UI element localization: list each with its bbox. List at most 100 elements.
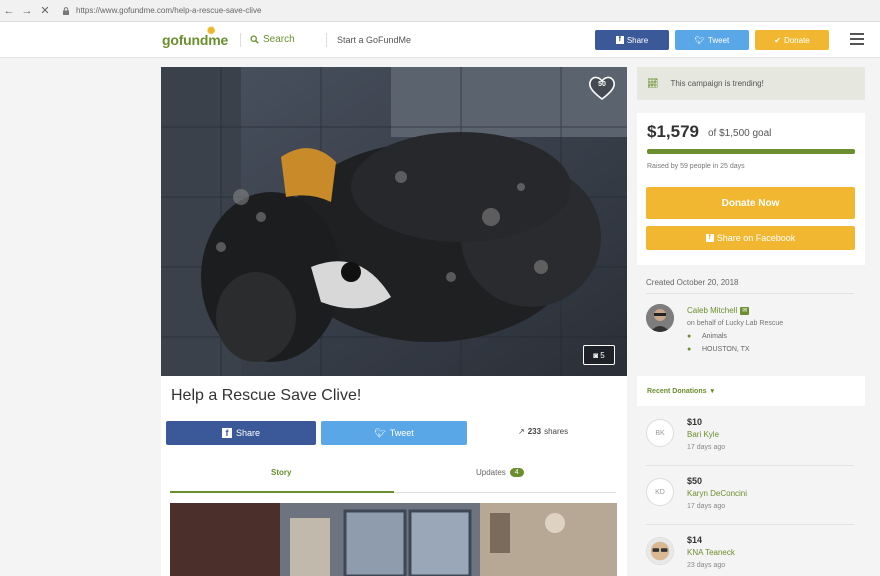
recent-donations-label: Recent Donations xyxy=(647,387,707,395)
verified-icon: ✉ xyxy=(740,306,750,315)
camera-icon: ◙ xyxy=(593,350,599,360)
forward-icon[interactable]: → xyxy=(18,5,36,17)
trending-text: This campaign is trending! xyxy=(670,79,764,88)
organizer-avatar[interactable] xyxy=(646,304,674,332)
tab-underline xyxy=(394,492,616,493)
start-gofundme-link[interactable]: Start a GoFundMe xyxy=(337,35,411,45)
search-button[interactable]: Search xyxy=(250,34,295,45)
tag-icon: ● xyxy=(687,333,692,340)
sun-icon: ✺ xyxy=(207,26,216,37)
donation-item: KD $50 Karyn DeConcini 17 days ago xyxy=(646,476,856,516)
donor-avatar: KD xyxy=(646,478,674,506)
donor-name: Karyn DeConcini xyxy=(687,489,748,498)
tab-story[interactable]: Story xyxy=(271,468,291,477)
donor-name: KNA Teaneck xyxy=(687,548,735,557)
goal-amount: of $1,500 goal xyxy=(708,128,772,139)
shares-count: ↗ 233 shares xyxy=(518,427,568,436)
dog-photo xyxy=(161,67,627,376)
address-bar[interactable]: https://www.gofundme.com/help-a-rescue-s… xyxy=(76,6,261,15)
divider xyxy=(646,293,854,294)
location-label: HOUSTON, TX xyxy=(702,346,750,353)
header-tweet-button[interactable]: 🐦︎ Tweet xyxy=(675,30,749,50)
campaign-title: Help a Rescue Save Clive! xyxy=(171,387,362,404)
category-label: Animals xyxy=(702,333,727,340)
share-button[interactable]: f Share xyxy=(166,421,316,445)
raised-by-text: Raised by 59 people in 25 days xyxy=(647,163,745,170)
donation-amount: $50 xyxy=(687,476,703,486)
photo-count: 5 xyxy=(600,350,605,360)
twitter-icon: 🐦︎ xyxy=(374,427,386,438)
header-donate-button[interactable]: ✔ Donate xyxy=(755,30,829,50)
organizer-behalf: on behalf of Lucky Lab Rescue xyxy=(687,320,784,327)
facebook-icon: f xyxy=(705,234,714,242)
trending-up-icon: ↗ xyxy=(518,427,525,436)
back-icon[interactable]: ← xyxy=(0,5,18,17)
donor-avatar xyxy=(646,537,674,565)
share-label: Share xyxy=(235,428,261,438)
share-row: f Share 🐦︎ Tweet ↗ 233 shares xyxy=(161,414,627,454)
recent-donations-dropdown[interactable]: Recent Donations ▾ xyxy=(637,376,865,406)
twitter-icon: 🐦︎ xyxy=(694,35,705,45)
divider xyxy=(646,465,854,466)
shares-number: 233 xyxy=(527,427,542,436)
photo-count-button[interactable]: ◙ 5 xyxy=(583,345,615,365)
chevron-down-icon: ▾ xyxy=(710,388,715,395)
site-header: gofundme ✺ Search Start a GoFundMe f Sha… xyxy=(0,22,880,58)
stop-icon[interactable]: ✕ xyxy=(36,4,54,17)
menu-icon[interactable] xyxy=(850,33,864,45)
donation-amount: $10 xyxy=(687,417,703,427)
browser-toolbar: ← → ✕ https://www.gofundme.com/help-a-re… xyxy=(0,0,880,22)
updates-count-badge: 4 xyxy=(509,468,524,477)
created-date: Created October 20, 2018 xyxy=(646,278,739,287)
donor-avatar: BK xyxy=(646,419,674,447)
share-facebook-button[interactable]: f Share on Facebook xyxy=(646,226,855,250)
donation-item: BK $10 Bari Kyle 17 days ago xyxy=(646,417,856,457)
divider xyxy=(646,524,854,525)
heart-count: 50 xyxy=(598,81,606,88)
updates-label: Updates xyxy=(476,468,506,477)
facebook-icon: f xyxy=(221,428,232,438)
header-share-button[interactable]: f Share xyxy=(595,30,669,50)
amount-raised: $1,579 xyxy=(647,122,699,141)
tab-active-underline xyxy=(170,491,394,493)
donation-item: $14 KNA Teaneck 23 days ago xyxy=(646,535,856,575)
donation-time: 17 days ago xyxy=(687,444,726,451)
title-box: Help a Rescue Save Clive! xyxy=(161,376,627,414)
location-pin-icon: ● xyxy=(687,346,692,353)
tabs-box: Story Updates 4 xyxy=(161,454,627,576)
check-icon: ✔ xyxy=(774,35,781,45)
gofundme-logo[interactable]: gofundme ✺ xyxy=(162,26,229,48)
tweet-label: Tweet xyxy=(707,35,730,45)
logo-text: gofundme xyxy=(162,32,229,48)
shares-label: shares xyxy=(544,427,569,436)
donate-label: Donate xyxy=(783,35,810,45)
search-icon xyxy=(250,35,259,44)
donation-time: 17 days ago xyxy=(687,503,726,510)
trending-banner: 📈︎ This campaign is trending! xyxy=(637,67,865,100)
donate-box: $1,579 of $1,500 goal Raised by 59 peopl… xyxy=(637,113,865,265)
campaign-photo[interactable]: 50 ◙ 5 xyxy=(161,67,627,376)
progress-fill xyxy=(647,149,855,154)
facebook-icon: f xyxy=(615,36,624,44)
donation-time: 23 days ago xyxy=(687,562,726,569)
tab-updates[interactable]: Updates 4 xyxy=(476,468,524,477)
chart-icon: 📈︎ xyxy=(647,78,659,88)
donate-now-button[interactable]: Donate Now xyxy=(646,187,855,219)
category-row[interactable]: ● Animals xyxy=(687,333,727,340)
share-label: Share xyxy=(626,35,649,45)
story-image xyxy=(170,503,617,576)
share-facebook-label: Share on Facebook xyxy=(716,233,796,243)
progress-bar xyxy=(647,149,855,154)
header-divider xyxy=(240,33,241,47)
tweet-label: Tweet xyxy=(389,428,414,438)
donation-amount: $14 xyxy=(687,535,703,545)
location-row: ● HOUSTON, TX xyxy=(687,346,750,353)
organizer-name-row[interactable]: Caleb Mitchell ✉ xyxy=(687,306,750,315)
organizer-name: Caleb Mitchell xyxy=(687,306,738,315)
lock-icon xyxy=(63,6,69,15)
tweet-button[interactable]: 🐦︎ Tweet xyxy=(321,421,467,445)
heart-icon[interactable] xyxy=(587,75,617,101)
donor-name: Bari Kyle xyxy=(687,430,720,439)
header-divider xyxy=(326,33,327,47)
search-label: Search xyxy=(263,34,295,45)
